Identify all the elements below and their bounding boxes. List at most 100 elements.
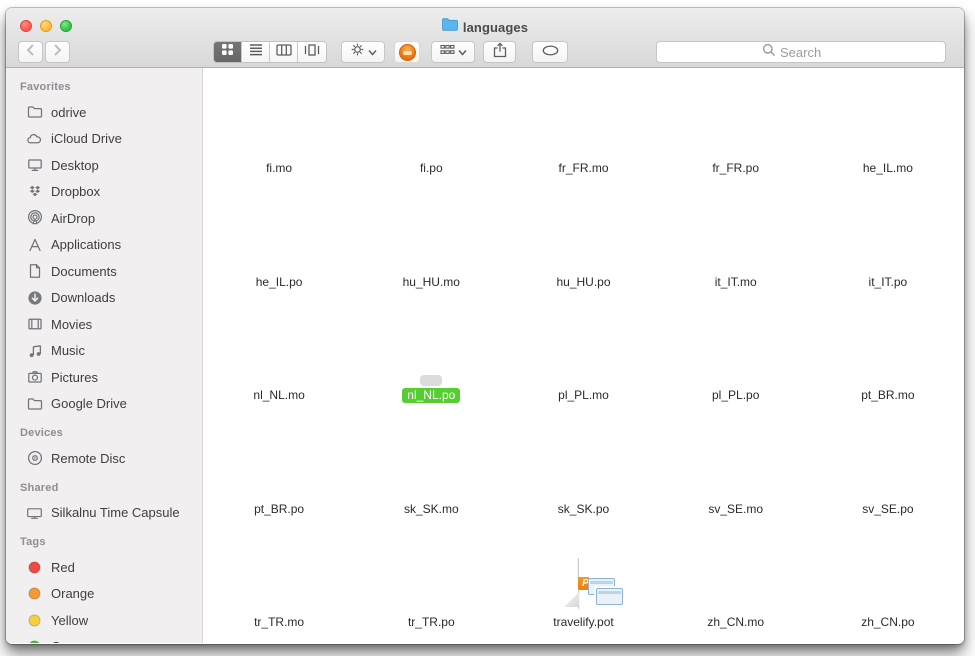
sidebar-item-label: Pictures: [51, 370, 98, 385]
sidebar-item-desktop[interactable]: Desktop: [6, 152, 202, 179]
sidebar-item-music[interactable]: Music: [6, 338, 202, 365]
file-name-label: pl_PL.po: [707, 388, 764, 403]
file-item-hu_HU.po[interactable]: À Ю hu_HU.po: [507, 187, 659, 301]
sidebar-item-icloud-drive[interactable]: iCloud Drive: [6, 126, 202, 153]
file-item-sk_SK.mo[interactable]: sk_SK.mo: [355, 414, 507, 528]
share-icon: [493, 42, 507, 63]
cloud-icon: [26, 130, 43, 147]
traffic-lights: [20, 20, 72, 32]
file-item-fi.po[interactable]: À Ю fi.po: [355, 73, 507, 187]
folder-icon: [26, 104, 43, 121]
share-button[interactable]: [483, 41, 516, 63]
search-field[interactable]: [656, 41, 946, 63]
file-item-sk_SK.po[interactable]: À Ю sk_SK.po: [507, 414, 659, 528]
tags-button[interactable]: [532, 41, 568, 63]
sidebar-item-silkalnu-time-capsule[interactable]: Silkalnu Time Capsule: [6, 500, 202, 527]
file-icon-area: À Ю: [268, 414, 290, 500]
file-icon-area: P: [567, 527, 600, 613]
file-item-fr_FR.mo[interactable]: fr_FR.mo: [507, 73, 659, 187]
sidebar-item-odrive[interactable]: odrive: [6, 99, 202, 126]
file-item-zh_CN.po[interactable]: À Ю zh_CN.po: [812, 527, 964, 641]
file-item-sv_SE.po[interactable]: À Ю sv_SE.po: [812, 414, 964, 528]
arrange-menu-button[interactable]: [431, 41, 475, 63]
tag-icon: [26, 612, 43, 629]
tag-icon: [26, 585, 43, 602]
file-item-it_IT.po[interactable]: À Ю it_IT.po: [812, 187, 964, 301]
file-icon-area: [572, 73, 594, 159]
sidebar-item-pictures[interactable]: Pictures: [6, 364, 202, 391]
sidebar-item-documents[interactable]: Documents: [6, 258, 202, 285]
file-item-nl_NL.po[interactable]: À Ю nl_NL.po: [355, 300, 507, 414]
icon-box: [268, 602, 290, 613]
icon-box: [725, 262, 747, 273]
sidebar-item-red[interactable]: Red: [6, 554, 202, 581]
file-icon-area: [725, 187, 747, 273]
file-name-label: fi.po: [415, 161, 448, 176]
file-item-hu_HU.mo[interactable]: hu_HU.mo: [355, 187, 507, 301]
file-item-pt_BR.po[interactable]: À Ю pt_BR.po: [203, 414, 355, 528]
file-name-label: fr_FR.mo: [553, 161, 613, 176]
sidebar-item-label: Documents: [51, 264, 117, 279]
file-name-label: tr_TR.po: [403, 615, 460, 630]
sidebar: FavoritesodriveiCloud DriveDesktopDropbo…: [6, 68, 203, 643]
nav-buttons: [18, 41, 70, 63]
airdrop-icon: [26, 210, 43, 227]
chevron-down-icon: [458, 43, 467, 61]
zoom-button[interactable]: [60, 20, 72, 32]
file-item-pl_PL.mo[interactable]: pl_PL.mo: [507, 300, 659, 414]
column-view-button[interactable]: [270, 42, 298, 62]
sidebar-item-google-drive[interactable]: Google Drive: [6, 391, 202, 418]
sidebar-item-label: Remote Disc: [51, 451, 125, 466]
back-button[interactable]: [18, 41, 43, 63]
icon-view-button[interactable]: [214, 42, 242, 62]
icon-box: [877, 148, 899, 159]
file-item-he_IL.mo[interactable]: he_IL.mo: [812, 73, 964, 187]
file-item-pt_BR.mo[interactable]: pt_BR.mo: [812, 300, 964, 414]
file-item-pl_PL.po[interactable]: À Ю pl_PL.po: [660, 300, 812, 414]
file-name-label: nl_NL.po: [402, 388, 460, 403]
sidebar-item-applications[interactable]: Applications: [6, 232, 202, 259]
file-name-label: tr_TR.mo: [249, 615, 309, 630]
close-button[interactable]: [20, 20, 32, 32]
file-item-travelify.pot[interactable]: P travelify.pot: [507, 527, 659, 641]
sidebar-item-downloads[interactable]: Downloads: [6, 285, 202, 312]
file-name-label: pl_PL.mo: [553, 388, 614, 403]
minimize-button[interactable]: [40, 20, 52, 32]
coverflow-view-icon: [304, 43, 320, 61]
sidebar-item-yellow[interactable]: Yellow: [6, 607, 202, 634]
coverflow-view-button[interactable]: [298, 42, 326, 62]
sidebar-item-airdrop[interactable]: AirDrop: [6, 205, 202, 232]
file-item-sv_SE.mo[interactable]: sv_SE.mo: [660, 414, 812, 528]
forward-button[interactable]: [45, 41, 70, 63]
sidebar-item-dropbox[interactable]: Dropbox: [6, 179, 202, 206]
toolbar: [6, 36, 964, 68]
sidebar-item-remote-disc[interactable]: Remote Disc: [6, 445, 202, 472]
file-item-nl_NL.mo[interactable]: nl_NL.mo: [203, 300, 355, 414]
file-item-fr_FR.po[interactable]: À Ю fr_FR.po: [660, 73, 812, 187]
sidebar-item-green[interactable]: Green: [6, 634, 202, 644]
arrange-icon: [440, 43, 455, 61]
file-name-label: he_IL.po: [251, 275, 308, 290]
file-item-he_IL.po[interactable]: À Ю he_IL.po: [203, 187, 355, 301]
file-item-zh_CN.mo[interactable]: zh_CN.mo: [660, 527, 812, 641]
list-view-button[interactable]: [242, 42, 270, 62]
file-icon-area: À Ю: [572, 414, 594, 500]
icon-box: [725, 602, 747, 613]
app-shortcut-button[interactable]: [394, 41, 420, 63]
document-icon: [26, 263, 43, 280]
file-icon-area: [268, 527, 290, 613]
file-name-label: fr_FR.po: [707, 161, 764, 176]
poedit-template-file-icon: P: [578, 558, 589, 608]
file-item-fi.mo[interactable]: fi.mo: [203, 73, 355, 187]
action-menu-button[interactable]: [341, 41, 385, 63]
icon-box: P: [567, 553, 600, 613]
file-item-tr_TR.mo[interactable]: tr_TR.mo: [203, 527, 355, 641]
sidebar-item-orange[interactable]: Orange: [6, 581, 202, 608]
file-item-it_IT.mo[interactable]: it_IT.mo: [660, 187, 812, 301]
search-input[interactable]: [780, 45, 840, 60]
folder-icon: [26, 395, 43, 412]
sidebar-item-movies[interactable]: Movies: [6, 311, 202, 338]
file-icon-area: [877, 73, 899, 159]
file-item-tr_TR.po[interactable]: À Ю tr_TR.po: [355, 527, 507, 641]
file-name-label: sk_SK.mo: [399, 502, 464, 517]
